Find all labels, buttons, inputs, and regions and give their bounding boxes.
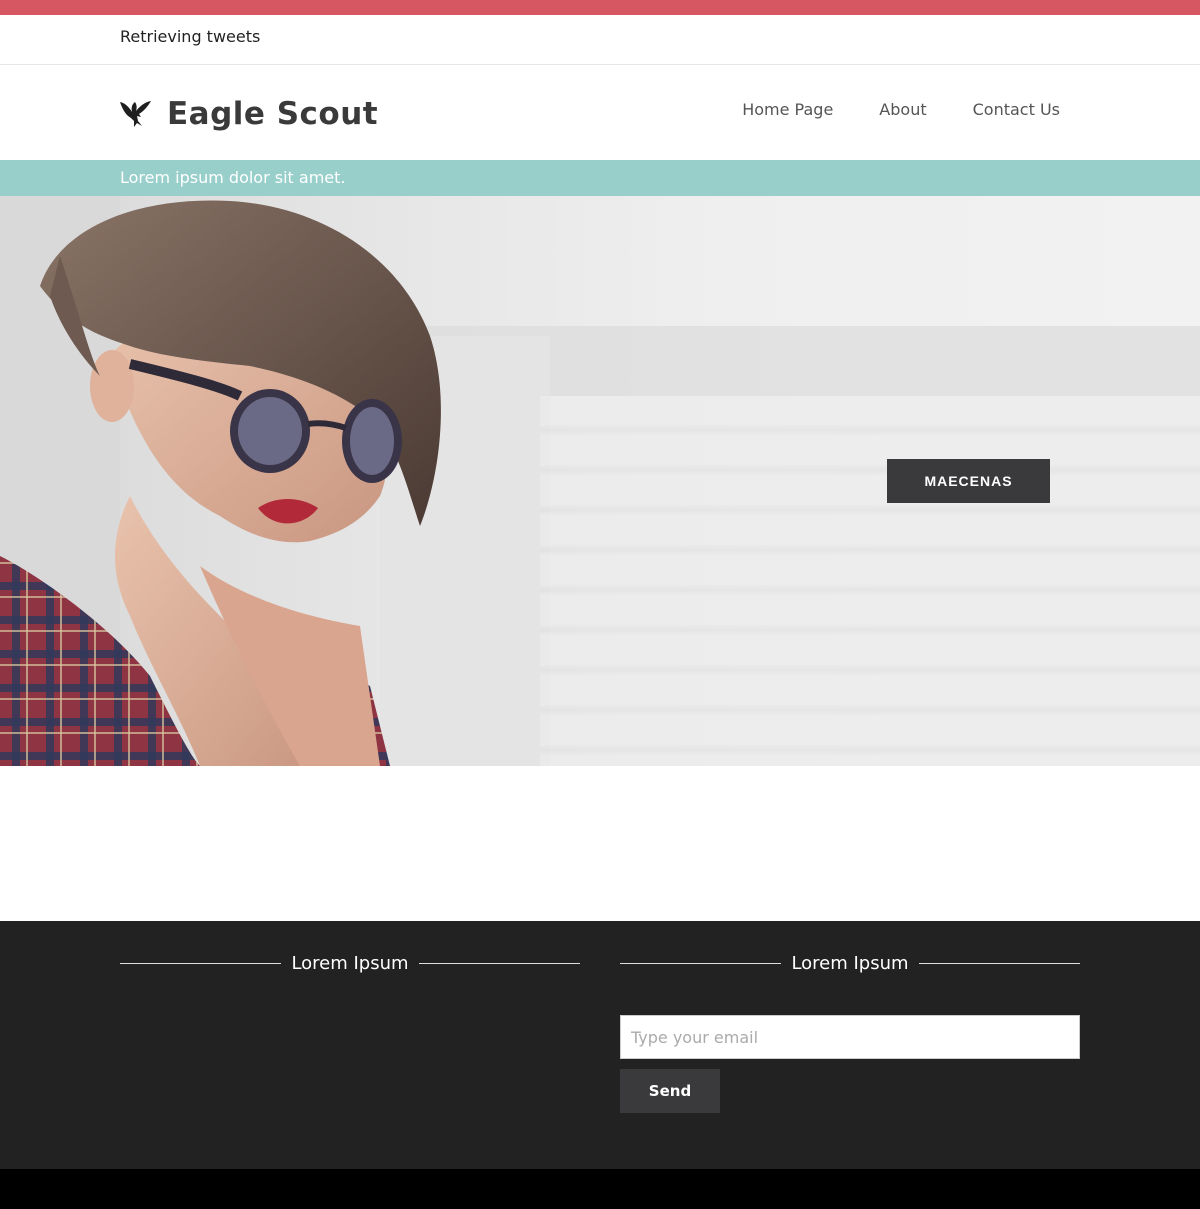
nav-about[interactable]: About	[879, 100, 926, 119]
send-button[interactable]: Send	[620, 1069, 720, 1113]
hero-photo	[0, 196, 441, 766]
eagle-icon	[120, 100, 151, 128]
tagline-text: Lorem ipsum dolor sit amet.	[120, 168, 346, 187]
nav-home-page[interactable]: Home Page	[742, 100, 833, 119]
site-title: Eagle Scout	[167, 96, 379, 132]
email-field[interactable]	[620, 1015, 1080, 1059]
tagline-bar: Lorem ipsum dolor sit amet.	[0, 160, 1200, 196]
divider	[418, 963, 580, 964]
footer-heading: Lorem Ipsum	[120, 953, 580, 974]
divider	[120, 963, 282, 964]
top-accent-strip	[0, 0, 1200, 15]
site-header: Eagle Scout Home Page About Contact Us	[0, 65, 1200, 160]
hero-banner: MAECENAS	[0, 196, 1200, 766]
footer-heading: Lorem Ipsum	[620, 953, 1080, 974]
maecenas-button[interactable]: MAECENAS	[887, 459, 1050, 503]
site-logo[interactable]: Eagle Scout	[120, 95, 378, 133]
hero-background-blur	[540, 396, 1200, 766]
tweet-bar: Retrieving tweets	[0, 15, 1200, 65]
site-footer: Lorem Ipsum Lorem Ipsum Send	[0, 921, 1200, 1169]
divider	[620, 963, 782, 964]
nav-contact-us[interactable]: Contact Us	[973, 100, 1060, 119]
footer-heading-text: Lorem Ipsum	[291, 953, 409, 974]
footer-heading-text: Lorem Ipsum	[791, 953, 909, 974]
bottom-bar	[0, 1169, 1200, 1209]
divider	[918, 963, 1080, 964]
main-nav: Home Page About Contact Us	[742, 100, 1060, 119]
tweet-status: Retrieving tweets	[120, 27, 261, 46]
